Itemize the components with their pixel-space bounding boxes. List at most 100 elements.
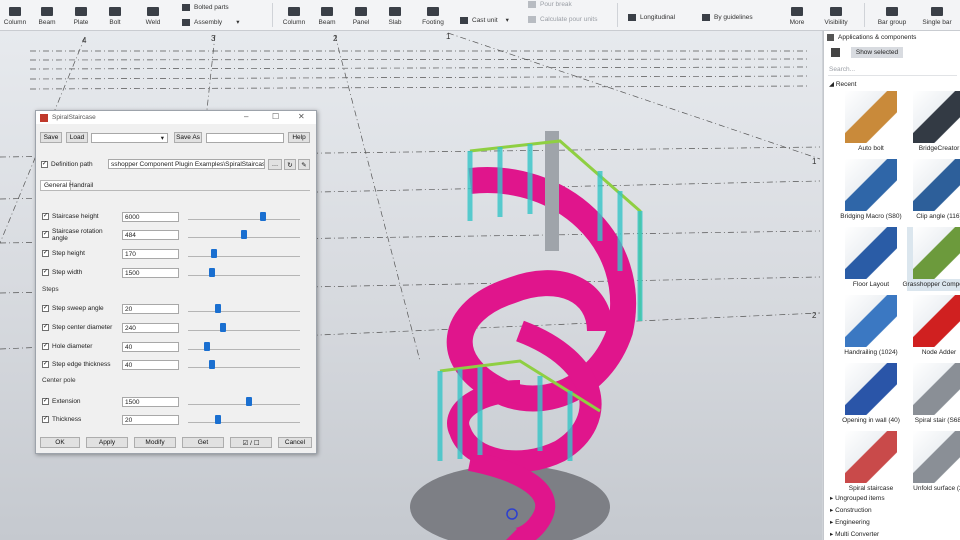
footing-button[interactable]: Footing	[418, 0, 448, 30]
parameter-slider-thumb[interactable]	[203, 342, 210, 351]
more-button[interactable]: More	[784, 0, 810, 30]
component-item[interactable]: Floor Layout	[839, 227, 903, 291]
load-button[interactable]: Load	[66, 132, 88, 143]
parameter-slider-thumb[interactable]	[241, 230, 247, 239]
parameter-value-input[interactable]: 240	[122, 323, 179, 333]
definition-checkbox[interactable]: ✓	[41, 161, 48, 168]
search-input[interactable]: Search...	[828, 64, 957, 76]
definition-path-input[interactable]: sshopper Component Plugin Examples\Spira…	[108, 159, 265, 169]
dialog-titlebar[interactable]: SpiralStaircase – ☐ ✕	[36, 111, 316, 124]
parameter-slider-track[interactable]	[188, 275, 300, 276]
parameter-checkbox[interactable]: ✓	[42, 250, 49, 257]
parameter-slider-thumb[interactable]	[214, 304, 221, 313]
component-item[interactable]: Unfold surface (2)	[907, 431, 960, 495]
parameter-value-input[interactable]: 20	[122, 304, 179, 314]
bar-group-button[interactable]: Bar group	[872, 0, 912, 30]
save-as-name-input[interactable]	[206, 133, 284, 143]
recent-group[interactable]: ◢ Recent	[829, 80, 856, 88]
component-item[interactable]: Opening in wall (40)	[839, 363, 903, 427]
parameter-value-input[interactable]: 1500	[122, 268, 179, 278]
settings-select[interactable]: ▾	[91, 133, 168, 143]
column-button[interactable]: Column	[2, 0, 28, 30]
parameter-slider-thumb[interactable]	[211, 249, 218, 258]
pour-break-button[interactable]: Pour break	[528, 1, 572, 8]
category-construction[interactable]: ▸ Construction	[830, 506, 872, 514]
get-button[interactable]: Get	[182, 437, 224, 448]
parameter-slider-track[interactable]	[188, 404, 300, 405]
component-item[interactable]: Spiral staircase	[839, 431, 903, 495]
parameter-checkbox[interactable]: ✓	[42, 398, 49, 405]
component-item[interactable]: BridgeCreator	[907, 91, 960, 155]
cancel-button[interactable]: Cancel	[278, 437, 312, 448]
parameter-checkbox[interactable]: ✓	[42, 343, 49, 350]
modify-button[interactable]: Modify	[134, 437, 176, 448]
parameter-slider-thumb[interactable]	[209, 360, 216, 369]
component-item[interactable]: Bridging Macro (S80)	[839, 159, 903, 223]
by-guidelines-button[interactable]: By guidelines	[702, 14, 753, 21]
beam-button[interactable]: Beam	[34, 0, 60, 30]
minimize-icon[interactable]: –	[244, 112, 248, 121]
component-item[interactable]: Auto bolt	[839, 91, 903, 155]
help-button[interactable]: Help	[288, 132, 310, 143]
parameter-value-input[interactable]: 1500	[122, 397, 179, 407]
visibility-button[interactable]: Visibility	[820, 0, 852, 30]
assembly-button[interactable]: Assembly ▾	[182, 18, 239, 26]
parameter-checkbox[interactable]: ✓	[42, 416, 49, 423]
bolted-parts-button[interactable]: Bolted parts	[182, 4, 229, 11]
slab-button[interactable]: Slab	[382, 0, 408, 30]
parameter-checkbox[interactable]: ✓	[42, 324, 49, 331]
parameter-slider-track[interactable]	[188, 219, 300, 220]
parameter-value-input[interactable]: 40	[122, 360, 179, 370]
show-selected-button[interactable]: Show selected	[851, 47, 903, 58]
concrete-column-button[interactable]: Column	[280, 0, 308, 30]
save-button[interactable]: Save	[40, 132, 62, 143]
component-item[interactable]: Spiral stair (S68)	[907, 363, 960, 427]
component-item[interactable]: Grasshopper Component	[903, 227, 960, 291]
close-icon[interactable]: ✕	[298, 112, 305, 121]
edit-button[interactable]: ✎	[298, 159, 310, 170]
grid-view-icon[interactable]	[831, 48, 840, 57]
single-bar-button[interactable]: Single bar	[918, 0, 956, 30]
longitudinal-button[interactable]: Longitudinal	[628, 14, 675, 21]
plate-button[interactable]: Plate	[68, 0, 94, 30]
parameter-value-input[interactable]: 484	[122, 230, 179, 240]
parameter-checkbox[interactable]: ✓	[42, 231, 49, 238]
category-multi-converter[interactable]: ▸ Multi Converter	[830, 530, 879, 538]
weld-button[interactable]: Weld	[140, 0, 166, 30]
parameter-slider-thumb[interactable]	[219, 323, 226, 332]
cast-unit-button[interactable]: Cast unit ▾	[460, 16, 509, 24]
parameter-checkbox[interactable]: ✓	[42, 361, 49, 368]
refresh-button[interactable]: ↻	[284, 159, 296, 170]
concrete-beam-button[interactable]: Beam	[314, 0, 340, 30]
component-item[interactable]: Handrailing (1024)	[839, 295, 903, 359]
apply-button[interactable]: Apply	[86, 437, 128, 448]
parameter-slider-track[interactable]	[188, 330, 300, 331]
parameter-slider-thumb[interactable]	[246, 397, 253, 406]
parameter-checkbox[interactable]: ✓	[42, 305, 49, 312]
category-ungrouped-items[interactable]: ▸ Ungrouped items	[830, 494, 885, 502]
component-item[interactable]: Node Adder	[907, 295, 960, 359]
parameter-slider-track[interactable]	[188, 256, 300, 257]
bolt-button[interactable]: Bolt	[102, 0, 128, 30]
parameter-slider-track[interactable]	[188, 422, 300, 423]
parameter-value-input[interactable]: 40	[122, 342, 179, 352]
category-engineering[interactable]: ▸ Engineering	[830, 518, 870, 526]
parameter-value-input[interactable]: 20	[122, 415, 179, 425]
toggle-all-button[interactable]: ☑ / ☐	[230, 437, 272, 448]
parameter-slider-thumb[interactable]	[214, 415, 221, 424]
component-item[interactable]: Clip angle (116)	[907, 159, 960, 223]
parameter-value-input[interactable]: 170	[122, 249, 179, 259]
calculate-pour-units-button[interactable]: Calculate pour units	[528, 16, 597, 23]
parameter-slider-thumb[interactable]	[260, 212, 267, 221]
parameter-value-input[interactable]: 6000	[122, 212, 179, 222]
parameter-slider-track[interactable]	[188, 367, 300, 368]
parameter-checkbox[interactable]: ✓	[42, 269, 49, 276]
save-as-button[interactable]: Save As	[174, 132, 202, 143]
maximize-icon[interactable]: ☐	[272, 112, 279, 121]
parameter-checkbox[interactable]: ✓	[42, 213, 49, 220]
browse-button[interactable]: …	[268, 159, 282, 170]
panel-button[interactable]: Panel	[348, 0, 374, 30]
ok-button[interactable]: OK	[40, 437, 80, 448]
tab-handrail[interactable]: Handrail	[66, 181, 96, 190]
parameter-slider-thumb[interactable]	[209, 268, 216, 277]
